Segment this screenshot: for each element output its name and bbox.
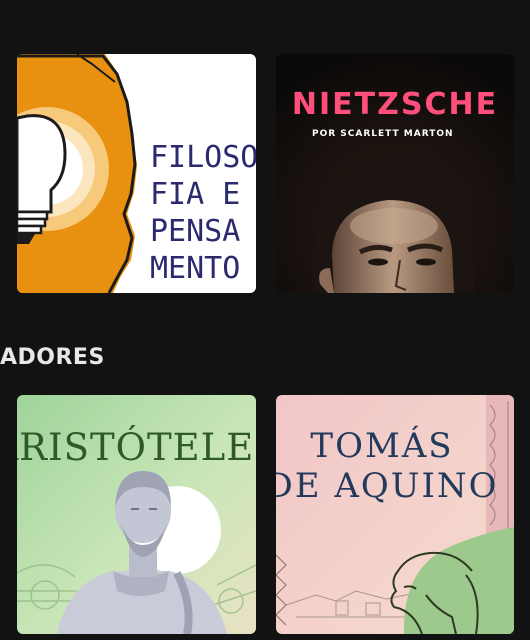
filosofia-title-line-2: FIA E	[150, 177, 240, 212]
nietzsche-cover-art: NIETZSCHE POR SCARLETT MARTON	[276, 54, 514, 293]
filosofia-title-line-1: FILOSO	[150, 140, 256, 175]
podcast-card-tomas-de-aquino[interactable]: TOMÁS DE AQUINO	[276, 395, 514, 634]
filosofia-cover-art: FILOSO FIA E PENSA MENTO	[17, 54, 256, 293]
podcast-card-aristoteles[interactable]: ARISTÓTELES	[17, 395, 256, 634]
nietzsche-author: POR SCARLETT MARTON	[312, 129, 454, 139]
tomas-title-line-1: TOMÁS	[310, 425, 453, 466]
section-title: ADORES	[0, 345, 105, 370]
podcast-card-filosofia-e-pensamento[interactable]: FILOSO FIA E PENSA MENTO	[17, 54, 256, 293]
aristoteles-cover-art: ARISTÓTELES	[17, 395, 256, 634]
podcast-card-nietzsche[interactable]: NIETZSCHE POR SCARLETT MARTON	[276, 54, 514, 293]
filosofia-title-line-3: PENSA	[150, 214, 240, 249]
tomas-title-line-2: DE AQUINO	[276, 466, 499, 506]
nietzsche-title: NIETZSCHE	[292, 87, 498, 122]
filosofia-title-line-4: MENTO	[150, 251, 240, 286]
tomas-cover-art: TOMÁS DE AQUINO	[276, 395, 514, 634]
aristoteles-title: ARISTÓTELES	[17, 425, 256, 469]
